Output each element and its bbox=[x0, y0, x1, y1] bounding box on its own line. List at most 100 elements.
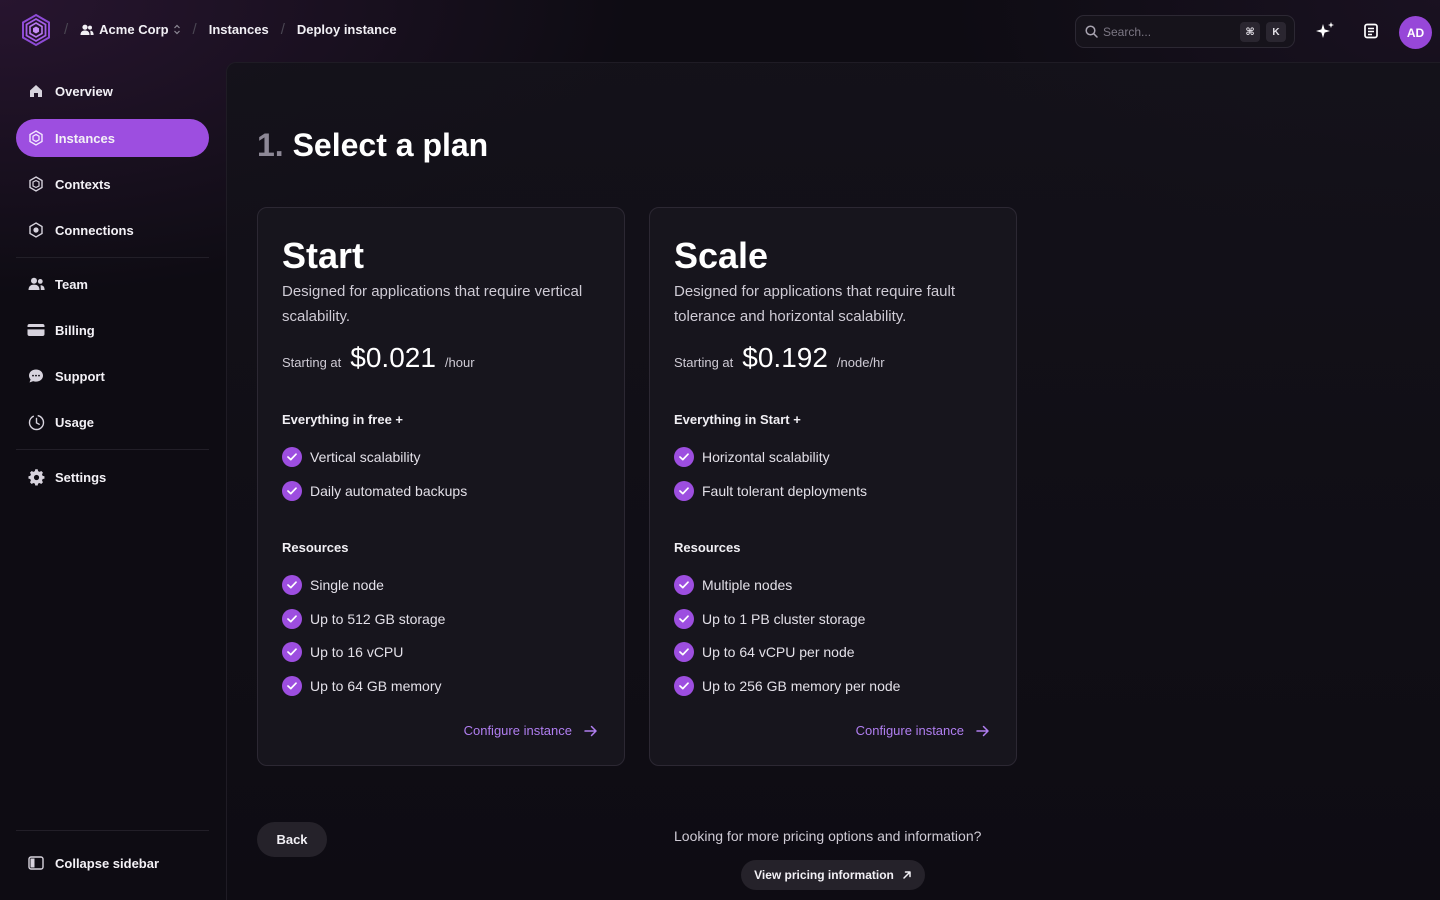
chat-bubble-icon bbox=[27, 367, 45, 385]
resource-label: Up to 64 vCPU per node bbox=[702, 644, 855, 660]
plan-price: Starting at $0.192 /node/hr bbox=[674, 342, 885, 374]
step-number: 1. bbox=[257, 127, 284, 163]
sidebar-divider bbox=[16, 257, 209, 258]
instances-icon bbox=[27, 129, 45, 147]
ai-assistant-button[interactable] bbox=[1310, 16, 1340, 46]
price-prefix: Starting at bbox=[674, 355, 734, 370]
plan-name: Start bbox=[282, 235, 365, 276]
resource-item: Up to 64 vCPU per node bbox=[674, 642, 855, 662]
plan-card-start: Start Designed for applications that req… bbox=[257, 207, 625, 766]
sidebar-item-instances[interactable]: Instances bbox=[16, 119, 209, 157]
check-icon bbox=[674, 447, 694, 467]
sidebar-item-label: Usage bbox=[55, 414, 95, 430]
check-icon bbox=[282, 676, 302, 696]
check-icon bbox=[282, 481, 302, 501]
sidebar-item-label: Contexts bbox=[55, 176, 111, 192]
sidebar-item-overview[interactable]: Overview bbox=[16, 72, 209, 110]
search-input[interactable] bbox=[1103, 24, 1233, 39]
check-icon bbox=[674, 575, 694, 595]
users-icon bbox=[80, 24, 94, 35]
org-switcher[interactable]: Acme Corp bbox=[80, 22, 180, 37]
sidebar-item-team[interactable]: Team bbox=[16, 265, 209, 303]
plan-description: Designed for applications that require v… bbox=[282, 283, 583, 325]
sidebar-item-label: Team bbox=[55, 276, 88, 292]
resource-item: Up to 64 GB memory bbox=[282, 676, 442, 696]
org-name: Acme Corp bbox=[99, 22, 169, 37]
plan-name: Scale bbox=[674, 235, 769, 276]
page-title-text: Select a plan bbox=[292, 127, 489, 163]
feature-label: Fault tolerant deployments bbox=[702, 483, 867, 499]
sidebar-item-connections[interactable]: Connections bbox=[16, 211, 209, 249]
breadcrumb-current-page: Deploy instance bbox=[296, 22, 397, 37]
shortcut-cmd-key: ⌘ bbox=[1240, 22, 1260, 42]
top-bar: / Acme Corp / Instances / Deploy instanc… bbox=[0, 0, 1440, 62]
collapse-sidebar-button[interactable]: Collapse sidebar bbox=[16, 844, 209, 882]
feature-item: Vertical scalability bbox=[282, 447, 421, 467]
app-logo-icon[interactable] bbox=[20, 13, 52, 47]
resource-label: Up to 16 vCPU bbox=[310, 644, 404, 660]
gear-icon bbox=[27, 468, 45, 486]
sidebar-item-usage[interactable]: Usage bbox=[16, 403, 209, 441]
arrow-right-icon bbox=[584, 725, 597, 736]
price-unit: /hour bbox=[444, 355, 475, 370]
resource-label: Up to 256 GB memory per node bbox=[702, 678, 901, 694]
feature-label: Daily automated backups bbox=[310, 483, 468, 499]
contexts-icon bbox=[27, 175, 45, 193]
resource-label: Up to 512 GB storage bbox=[310, 611, 446, 627]
features-heading: Everything in free + bbox=[282, 412, 404, 427]
configure-start-instance-link[interactable]: Configure instance bbox=[464, 723, 598, 738]
sidebar-item-settings[interactable]: Settings bbox=[16, 458, 209, 496]
collapse-sidebar-label: Collapse sidebar bbox=[55, 855, 160, 871]
sidebar-item-billing[interactable]: Billing bbox=[16, 311, 209, 349]
breadcrumb: / Acme Corp / Instances / Deploy instanc… bbox=[64, 21, 409, 38]
external-link-arrow-icon bbox=[903, 871, 911, 879]
sidebar: Overview Instances Contexts Connections bbox=[0, 62, 226, 900]
resources-heading: Resources bbox=[674, 540, 741, 555]
view-pricing-button[interactable]: View pricing information bbox=[741, 860, 925, 890]
shortcut-k-key: K bbox=[1266, 22, 1286, 42]
view-pricing-label: View pricing information bbox=[754, 868, 894, 882]
user-avatar[interactable]: AD bbox=[1399, 16, 1432, 49]
feature-label: Vertical scalability bbox=[310, 449, 421, 465]
sidebar-item-label: Billing bbox=[55, 322, 95, 338]
resource-item: Up to 16 vCPU bbox=[282, 642, 403, 662]
resources-heading: Resources bbox=[282, 540, 349, 555]
check-icon bbox=[674, 642, 694, 662]
back-button[interactable]: Back bbox=[257, 822, 327, 857]
page-title: 1. Select a plan bbox=[257, 127, 488, 164]
search-box[interactable]: ⌘ K bbox=[1075, 15, 1295, 48]
resource-item: Multiple nodes bbox=[674, 575, 792, 595]
arrow-right-icon bbox=[976, 725, 989, 736]
feature-item: Daily automated backups bbox=[282, 481, 467, 501]
price-value: $0.021 bbox=[350, 342, 436, 373]
check-icon bbox=[282, 575, 302, 595]
plan-price: Starting at $0.021 /hour bbox=[282, 342, 475, 374]
resource-label: Up to 64 GB memory bbox=[310, 678, 442, 694]
configure-scale-instance-link[interactable]: Configure instance bbox=[856, 723, 990, 738]
check-icon bbox=[674, 609, 694, 629]
feature-label: Horizontal scalability bbox=[702, 449, 830, 465]
check-icon bbox=[282, 447, 302, 467]
sidebar-divider bbox=[16, 449, 209, 450]
connections-icon bbox=[27, 221, 45, 239]
plan-description: Designed for applications that require f… bbox=[674, 283, 956, 325]
feature-item: Fault tolerant deployments bbox=[674, 481, 867, 501]
resource-item: Single node bbox=[282, 575, 384, 595]
price-prefix: Starting at bbox=[282, 355, 342, 370]
breadcrumb-instances[interactable]: Instances bbox=[209, 22, 269, 37]
sidebar-item-label: Overview bbox=[55, 83, 113, 99]
breadcrumb-separator: / bbox=[192, 21, 197, 38]
resource-item: Up to 256 GB memory per node bbox=[674, 676, 900, 696]
check-icon bbox=[674, 481, 694, 501]
check-icon bbox=[674, 676, 694, 696]
search-icon bbox=[1085, 25, 1098, 38]
book-icon bbox=[1364, 23, 1378, 39]
check-icon bbox=[282, 642, 302, 662]
docs-button[interactable] bbox=[1356, 16, 1386, 46]
breadcrumb-separator: / bbox=[280, 21, 285, 38]
resource-label: Multiple nodes bbox=[702, 577, 793, 593]
home-icon bbox=[27, 82, 45, 100]
sidebar-item-support[interactable]: Support bbox=[16, 357, 209, 395]
price-unit: /node/hr bbox=[836, 355, 885, 370]
sidebar-item-contexts[interactable]: Contexts bbox=[16, 165, 209, 203]
